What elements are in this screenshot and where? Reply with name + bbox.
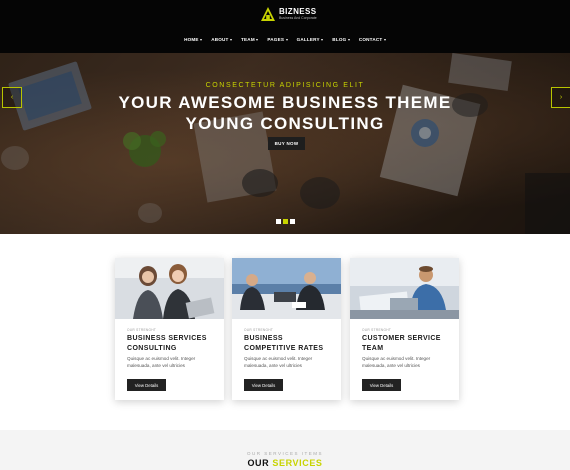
nav-item-pages[interactable]: PAGES xyxy=(267,37,288,42)
nav-item-label: PAGES xyxy=(267,37,285,42)
nav-item-label: HOME xyxy=(184,37,199,42)
logo-icon xyxy=(260,6,276,22)
chevron-down-icon xyxy=(383,38,386,41)
slider-dot-active[interactable] xyxy=(283,219,288,224)
chevron-down-icon xyxy=(230,38,233,41)
chevron-down-icon xyxy=(347,38,350,41)
card-description: Quisque ac euismod velit. Integer malesu… xyxy=(127,356,196,368)
services-section: OUR SERVICES ITEMS OUR SERVICES xyxy=(0,430,570,470)
chevron-down-icon xyxy=(285,38,288,41)
chevron-down-icon xyxy=(200,38,203,41)
buy-now-button[interactable]: BUY NOW xyxy=(268,137,305,150)
nav-item-gallery[interactable]: GALLERY xyxy=(297,37,324,42)
services-kicker: OUR SERVICES ITEMS xyxy=(247,451,323,456)
card-title: CUSTOMER SERVICE TEAM xyxy=(362,335,441,352)
nav-item-label: GALLERY xyxy=(296,37,320,42)
nav-item-contact[interactable]: CONTACT xyxy=(359,37,386,42)
nav-item-label: CONTACT xyxy=(358,37,383,42)
chevron-down-icon xyxy=(321,38,324,41)
card-image xyxy=(232,258,341,319)
card-title: BUSINESS SERVICES CONSULTING xyxy=(127,335,207,352)
nav-item-about[interactable]: ABOUT xyxy=(211,37,233,42)
hero-slider: ‹ › CONSECTETUR ADIPISICING ELIT YOUR AW… xyxy=(0,53,570,234)
logo[interactable]: BIZNESS Business And Corporate xyxy=(260,6,317,22)
chevron-down-icon xyxy=(256,38,259,41)
main-nav: HOME ABOUT TEAM PAGES GALLERY BLOG CONTA… xyxy=(0,37,570,42)
hero-title-line2: YOUNG CONSULTING xyxy=(185,114,385,133)
slider-dot[interactable] xyxy=(276,219,281,224)
brand-tagline: Business And Corporate xyxy=(279,15,317,20)
card-description: Quisque ac euismod velit. Integer malesu… xyxy=(362,356,431,368)
card-description: Quisque ac euismod velit. Integer malesu… xyxy=(244,356,313,368)
service-card: OUR STRENGHT BUSINESS COMPETITIVE RATES … xyxy=(232,258,341,400)
nav-item-blog[interactable]: BLOG xyxy=(332,37,350,42)
hero-subtitle: CONSECTETUR ADIPISICING ELIT xyxy=(205,82,365,89)
brand-name: BIZNESS xyxy=(279,6,317,16)
services-title-part2: SERVICES xyxy=(272,458,323,468)
view-details-button[interactable]: View Details xyxy=(244,379,283,391)
nav-item-label: BLOG xyxy=(332,37,347,42)
card-title: BUSINESS COMPETITIVE RATES xyxy=(244,335,324,352)
site-header: BIZNESS Business And Corporate HOME ABOU… xyxy=(0,0,570,53)
service-card: OUR STRENGHT CUSTOMER SERVICE TEAM Quisq… xyxy=(350,258,459,400)
card-kicker: OUR STRENGHT xyxy=(244,328,274,332)
nav-item-team[interactable]: TEAM xyxy=(241,37,259,42)
card-kicker: OUR STRENGHT xyxy=(127,328,157,332)
card-image xyxy=(115,258,224,319)
services-title: OUR SERVICES xyxy=(0,458,570,468)
slider-pagination xyxy=(276,219,295,224)
services-title-part1: OUR xyxy=(247,458,270,468)
nav-item-home[interactable]: HOME xyxy=(184,37,203,42)
view-details-button[interactable]: View Details xyxy=(362,379,401,391)
card-image xyxy=(350,258,459,319)
slider-dot[interactable] xyxy=(290,219,295,224)
card-kicker: OUR STRENGHT xyxy=(362,328,392,332)
service-card: OUR STRENGHT BUSINESS SERVICES CONSULTIN… xyxy=(115,258,224,400)
nav-item-label: ABOUT xyxy=(211,37,229,42)
nav-item-label: TEAM xyxy=(241,37,255,42)
hero-title-line1: YOUR AWESOME BUSINESS THEME xyxy=(118,93,452,112)
view-details-button[interactable]: View Details xyxy=(127,379,166,391)
